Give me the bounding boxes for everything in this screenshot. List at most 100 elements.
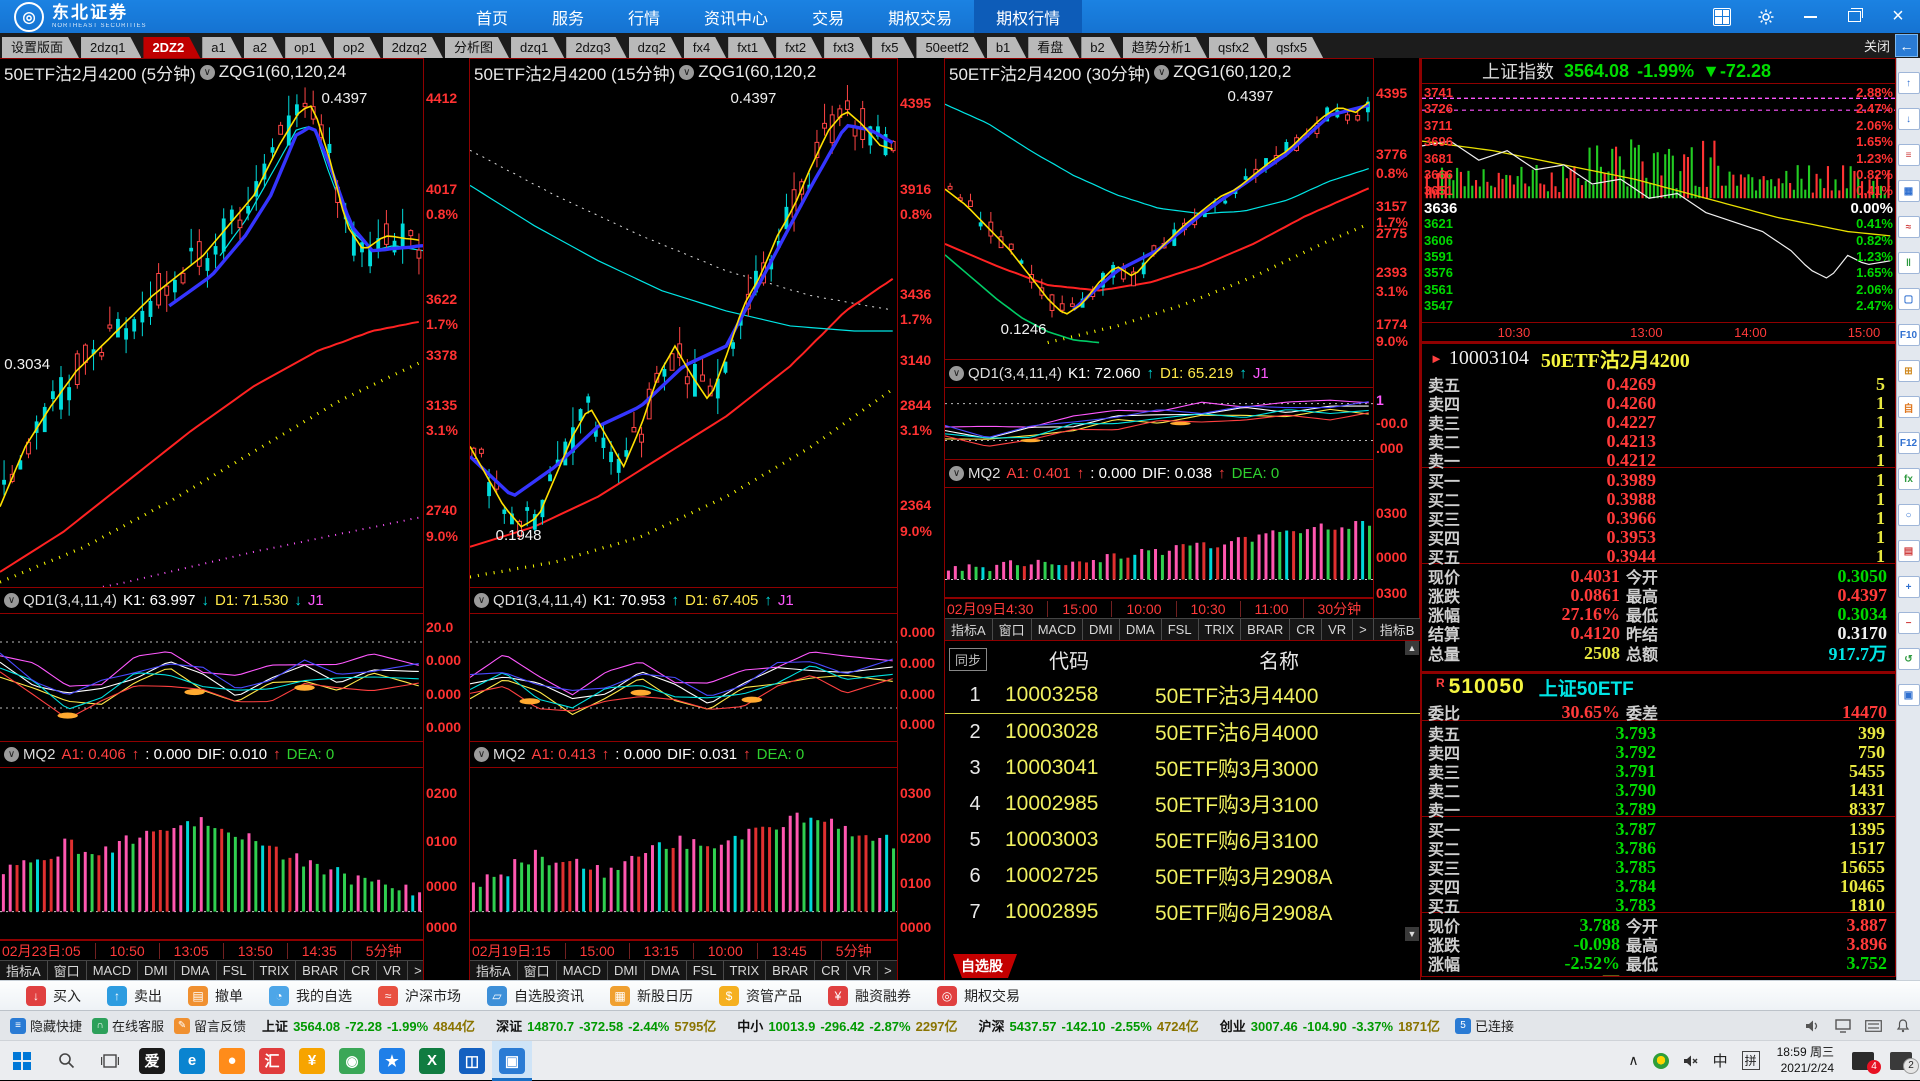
tab-50eetf2[interactable]: 50eetf2: [916, 37, 984, 58]
toolbar-我的自选[interactable]: ◔ 我的自选: [269, 985, 352, 1006]
index-intraday-chart[interactable]: 3741 3726 3711 3696 3681 3666 3651 3636 3621 3606…: [1421, 84, 1896, 322]
indicator-tab-BRAR[interactable]: BRAR: [1241, 619, 1291, 640]
toolbar-撤单[interactable]: ▤ 撤单: [188, 985, 243, 1006]
tab-a2[interactable]: a2: [244, 37, 283, 58]
taskbar-app-2[interactable]: ●: [212, 1041, 252, 1081]
chevron-down-icon[interactable]: ∨: [1154, 64, 1170, 80]
tab-op2[interactable]: op2: [334, 37, 381, 58]
chevron-down-icon[interactable]: ∨: [949, 366, 964, 381]
fx-icon[interactable]: fx: [1897, 468, 1920, 490]
tray-expand-chevron[interactable]: ∧: [1628, 1052, 1638, 1069]
tab-设置版面[interactable]: 设置版面: [2, 37, 79, 58]
indicator-tab-DMA[interactable]: DMA: [1120, 619, 1162, 640]
tray-message-icon[interactable]: 4: [1852, 1051, 1881, 1074]
taskbar-app-8[interactable]: ◫: [452, 1041, 492, 1081]
indicator-tab->[interactable]: >: [878, 961, 899, 980]
taskbar-app-3[interactable]: 汇: [252, 1041, 292, 1081]
toolbar-买入[interactable]: ↓ 买入: [26, 985, 81, 1006]
tab-2DZ2[interactable]: 2DZ2: [143, 37, 200, 58]
indicator-tab->[interactable]: >: [1353, 619, 1374, 640]
taskbar-app-0[interactable]: 爱: [132, 1041, 172, 1081]
tab-分析图[interactable]: 分析图: [445, 37, 509, 58]
indicator-tab-DMA[interactable]: DMA: [645, 961, 687, 980]
taskbar-app-7[interactable]: X: [412, 1041, 452, 1081]
taskbar-app-9[interactable]: ▣: [492, 1040, 532, 1081]
indicator-tab-BRAR[interactable]: BRAR: [296, 961, 346, 980]
indicator-tab-窗口[interactable]: 窗口: [993, 619, 1032, 640]
tab-qsfx2[interactable]: qsfx2: [1209, 37, 1265, 58]
mq2-pane-2[interactable]: [945, 488, 1373, 598]
bell-icon[interactable]: [1896, 1018, 1910, 1033]
qd1-pane-0[interactable]: [0, 614, 423, 742]
tab-op1[interactable]: op1: [285, 37, 332, 58]
toolbar-新股日历[interactable]: ▦ 新股日历: [610, 985, 693, 1006]
candle-pane-1[interactable]: 0.4397 0.1948: [470, 85, 897, 588]
mq2-pane-1[interactable]: [470, 768, 897, 940]
chevron-down-icon[interactable]: ∨: [199, 64, 215, 80]
tab-qsfx5[interactable]: qsfx5: [1267, 37, 1323, 58]
watchlist-row[interactable]: 6 10002725 50ETF购3月2908A: [945, 858, 1420, 894]
tab-b2[interactable]: b2: [1081, 37, 1120, 58]
indicator-tab-FSL[interactable]: FSL: [1162, 619, 1199, 640]
indicator-tab-指标A[interactable]: 指标A: [945, 619, 993, 640]
candle-pane-2[interactable]: 0.4397 0.1246: [945, 85, 1373, 360]
watchlist-row[interactable]: 2 10003028 50ETF沽6月4000: [945, 714, 1420, 750]
indicator-tab-VR[interactable]: VR: [377, 961, 409, 980]
watchlist-tab-zixuan[interactable]: 自选股: [953, 954, 1017, 978]
search-icon[interactable]: [44, 1041, 88, 1081]
chevron-down-icon[interactable]: ∨: [474, 593, 489, 608]
tab-fxt1[interactable]: fxt1: [728, 37, 774, 58]
start-button[interactable]: [0, 1041, 44, 1081]
indicator-tab-BRAR[interactable]: BRAR: [766, 961, 816, 980]
close-button[interactable]: ×: [1876, 0, 1920, 33]
watchlist-row[interactable]: 1 10003258 50ETF沽3月4400: [945, 677, 1420, 714]
watchlist-row[interactable]: 5 10003003 50ETF购6月3100: [945, 822, 1420, 858]
indicator-tab-指标A[interactable]: 指标A: [470, 961, 518, 980]
taskbar-app-5[interactable]: ◉: [332, 1041, 372, 1081]
tab-fxt2[interactable]: fxt2: [776, 37, 822, 58]
gear-icon[interactable]: [1744, 0, 1788, 33]
chevron-down-icon[interactable]: ∨: [949, 466, 964, 481]
tab-2dzq1[interactable]: 2dzq1: [81, 37, 141, 58]
chevron-down-icon[interactable]: ∨: [474, 747, 489, 762]
layout-grid-icon[interactable]: [1700, 0, 1744, 33]
indicator-tab-DMI[interactable]: DMI: [138, 961, 175, 980]
taskbar-app-1[interactable]: e: [172, 1041, 212, 1081]
toolbar-沪深市场[interactable]: ≈ 沪深市场: [378, 985, 461, 1006]
indicator-tab-TRIX[interactable]: TRIX: [724, 961, 767, 980]
keyboard-icon[interactable]: [1865, 1019, 1882, 1032]
lock-icon[interactable]: ▣: [1897, 684, 1920, 706]
qd1-pane-2[interactable]: [945, 388, 1373, 460]
indicator-tab-CR[interactable]: CR: [1290, 619, 1323, 640]
f12-icon[interactable]: F12: [1897, 432, 1920, 454]
kline-icon[interactable]: ‖: [1897, 252, 1920, 274]
trend-icon[interactable]: ≈: [1897, 216, 1920, 238]
statusbar-留言反馈[interactable]: ✎ 留言反馈: [174, 1016, 246, 1035]
indicator-tab-DMA[interactable]: DMA: [175, 961, 217, 980]
scroll-down-icon[interactable]: ▼: [1405, 927, 1419, 941]
watchlist-row[interactable]: 3 10003041 50ETF购3月3000: [945, 750, 1420, 786]
indicator-tab-TRIX[interactable]: TRIX: [254, 961, 297, 980]
taskbar-app-6[interactable]: ★: [372, 1041, 412, 1081]
menu-item-0[interactable]: 首页: [454, 0, 530, 33]
scroll-up-icon[interactable]: ↑: [1897, 72, 1920, 94]
candle-pane-0[interactable]: 0.4397 0.3034: [0, 85, 423, 588]
refresh-icon[interactable]: ↺: [1897, 648, 1920, 670]
tray-360-icon[interactable]: [1652, 1052, 1669, 1069]
tabs-close-button[interactable]: 关闭: [1864, 36, 1890, 55]
back-arrow-icon[interactable]: ←: [1895, 34, 1918, 57]
toolbar-自选股资讯[interactable]: ▱ 自选股资讯: [487, 985, 584, 1006]
tray-volume-muted-icon[interactable]: [1683, 1054, 1699, 1068]
tab-dzq1[interactable]: dzq1: [511, 37, 564, 58]
indicator-tab-CR[interactable]: CR: [345, 961, 378, 980]
indicator-tab-窗口[interactable]: 窗口: [48, 961, 87, 980]
menu-item-6[interactable]: 期权行情: [974, 0, 1083, 33]
menu-item-5[interactable]: 期权交易: [866, 0, 974, 33]
indicator-tab-MACD[interactable]: MACD: [557, 961, 608, 980]
indicator-tab-MACD[interactable]: MACD: [87, 961, 138, 980]
tab-dzq2[interactable]: dzq2: [629, 37, 682, 58]
indicator-tab-FSL[interactable]: FSL: [217, 961, 254, 980]
chevron-down-icon[interactable]: ∨: [4, 593, 19, 608]
statusbar-隐藏快捷[interactable]: ≡ 隐藏快捷: [10, 1016, 82, 1035]
monitor-icon[interactable]: [1835, 1018, 1851, 1033]
